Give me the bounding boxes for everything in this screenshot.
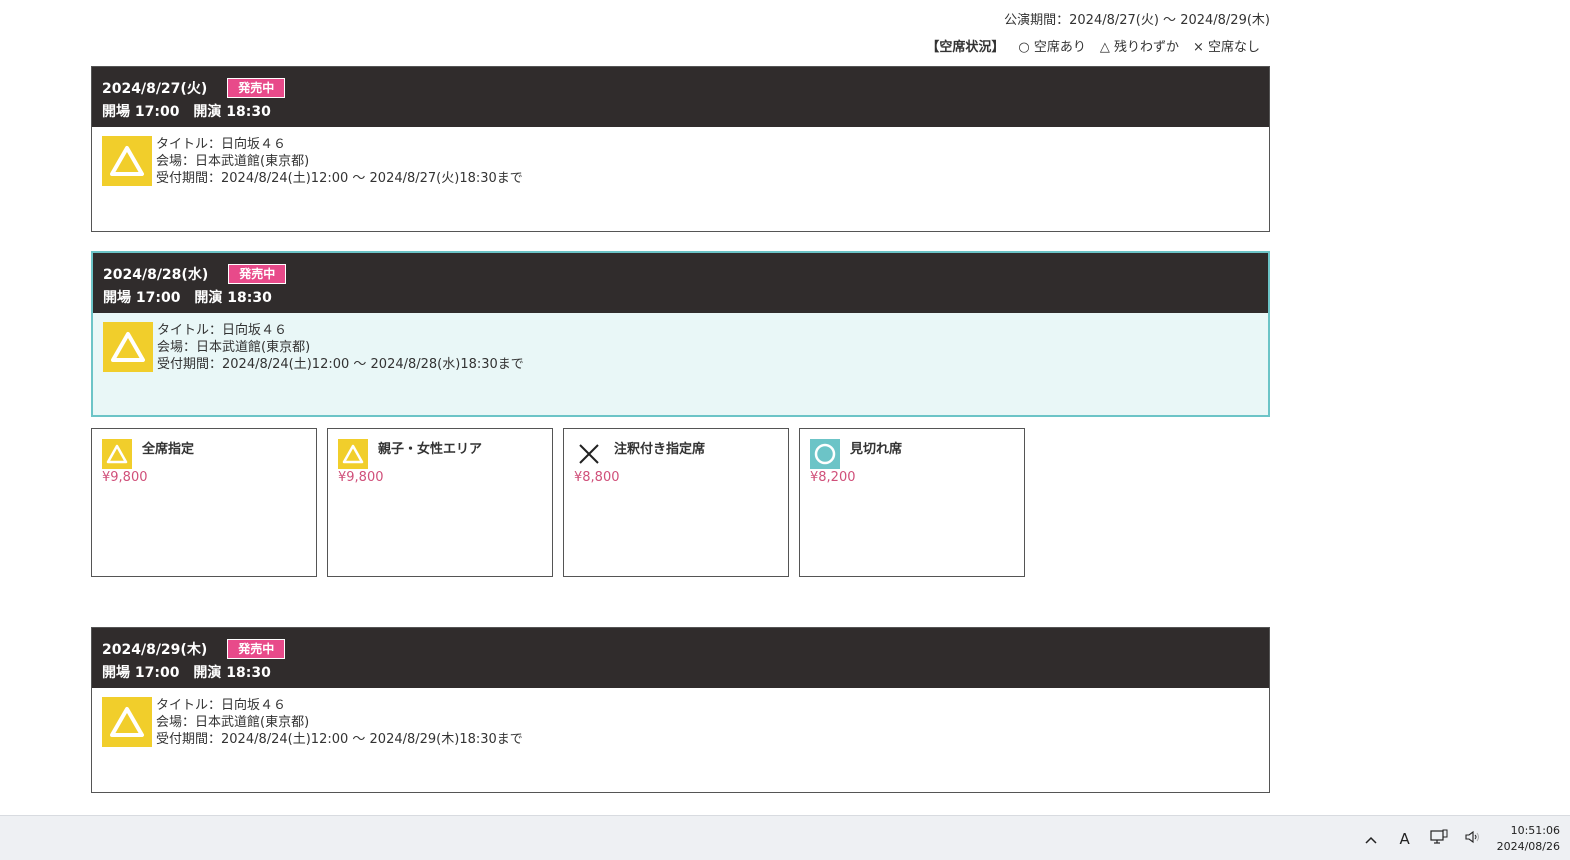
chevron-up-icon[interactable] [1361, 830, 1381, 848]
legend-few-left: △ 残りわずか [1099, 40, 1179, 55]
performance-header: 2024/8/29(木) 発売中 開場 17:00 開演 18:30 [92, 628, 1269, 688]
event-venue: 会場：日本武道館(東京都) [156, 154, 310, 169]
seat-price: ¥9,800 [102, 470, 148, 485]
performance-card[interactable]: 2024/8/27(火) 発売中 開場 17:00 開演 18:30 タイトル：… [91, 66, 1270, 232]
triangle-icon [103, 322, 153, 372]
event-title: タイトル：日向坂４６ [156, 137, 287, 152]
event-title: タイトル：日向坂４６ [157, 323, 288, 338]
seat-name: 親子・女性エリア [378, 442, 483, 457]
event-title: タイトル：日向坂４６ [156, 698, 287, 713]
clock[interactable]: 10:51:06 2024/08/26 [1497, 823, 1560, 855]
seat-name: 見切れ席 [850, 442, 903, 457]
cross-icon [574, 439, 604, 469]
seat-price: ¥8,800 [574, 470, 620, 485]
seat-price: ¥9,800 [338, 470, 384, 485]
legend-available: ○ 空席あり [1018, 40, 1086, 55]
triangle-icon [102, 136, 152, 186]
performance-card-selected[interactable]: 2024/8/28(水) 発売中 開場 17:00 開演 18:30 タイトル：… [91, 251, 1270, 417]
taskbar: A 10:51:06 2024/08/26 [0, 815, 1570, 860]
clock-time: 10:51:06 [1510, 823, 1560, 837]
on-sale-badge: 発売中 [227, 639, 286, 659]
legend-title: 【空席状況】 [926, 40, 1005, 55]
on-sale-badge: 発売中 [228, 264, 287, 284]
reception-period: 受付期間：2024/8/24(土)12:00 〜 2024/8/29(木)18:… [156, 732, 523, 747]
seat-option[interactable]: 全席指定 ¥9,800 [91, 428, 317, 577]
performance-date: 2024/8/28(水) [103, 267, 209, 283]
seat-price: ¥8,200 [810, 470, 856, 485]
triangle-icon [338, 439, 368, 469]
seat-name: 全席指定 [142, 442, 195, 457]
performance-times: 開場 17:00 開演 18:30 [102, 665, 271, 681]
triangle-icon [102, 439, 132, 469]
seat-name: 注釈付き指定席 [614, 442, 706, 457]
legend-sold-out: × 空席なし [1192, 40, 1260, 55]
seat-type-list: 全席指定 ¥9,800 親子・女性エリア ¥9,800 注釈付き指定席 ¥8,8… [91, 428, 1025, 577]
circle-icon [810, 439, 840, 469]
seat-status-legend: 【空席状況】 ○ 空席あり △ 残りわずか × 空席なし [926, 36, 1260, 55]
on-sale-badge: 発売中 [227, 78, 286, 98]
performance-date: 2024/8/29(木) [102, 642, 208, 658]
seat-option[interactable]: 見切れ席 ¥8,200 [799, 428, 1025, 577]
performance-period: 公演期間：2024/8/27(火) 〜 2024/8/29(木) [1004, 13, 1270, 28]
network-icon[interactable] [1429, 829, 1449, 849]
performance-times: 開場 17:00 開演 18:30 [102, 104, 271, 120]
performance-date: 2024/8/27(火) [102, 81, 208, 97]
ime-indicator[interactable]: A [1395, 830, 1415, 848]
event-venue: 会場：日本武道館(東京都) [157, 340, 311, 355]
performance-times: 開場 17:00 開演 18:30 [103, 290, 272, 306]
seat-option[interactable]: 注釈付き指定席 ¥8,800 [563, 428, 789, 577]
volume-icon[interactable] [1463, 830, 1483, 848]
triangle-icon [102, 697, 152, 747]
reception-period: 受付期間：2024/8/24(土)12:00 〜 2024/8/28(水)18:… [157, 357, 524, 372]
clock-date: 2024/08/26 [1496, 839, 1560, 853]
event-venue: 会場：日本武道館(東京都) [156, 715, 310, 730]
performance-header: 2024/8/28(水) 発売中 開場 17:00 開演 18:30 [93, 253, 1268, 313]
performance-card[interactable]: 2024/8/29(木) 発売中 開場 17:00 開演 18:30 タイトル：… [91, 627, 1270, 793]
reception-period: 受付期間：2024/8/24(土)12:00 〜 2024/8/27(火)18:… [156, 171, 523, 186]
performance-header: 2024/8/27(火) 発売中 開場 17:00 開演 18:30 [92, 67, 1269, 127]
seat-option[interactable]: 親子・女性エリア ¥9,800 [327, 428, 553, 577]
system-tray: A 10:51:06 2024/08/26 [1361, 816, 1560, 860]
